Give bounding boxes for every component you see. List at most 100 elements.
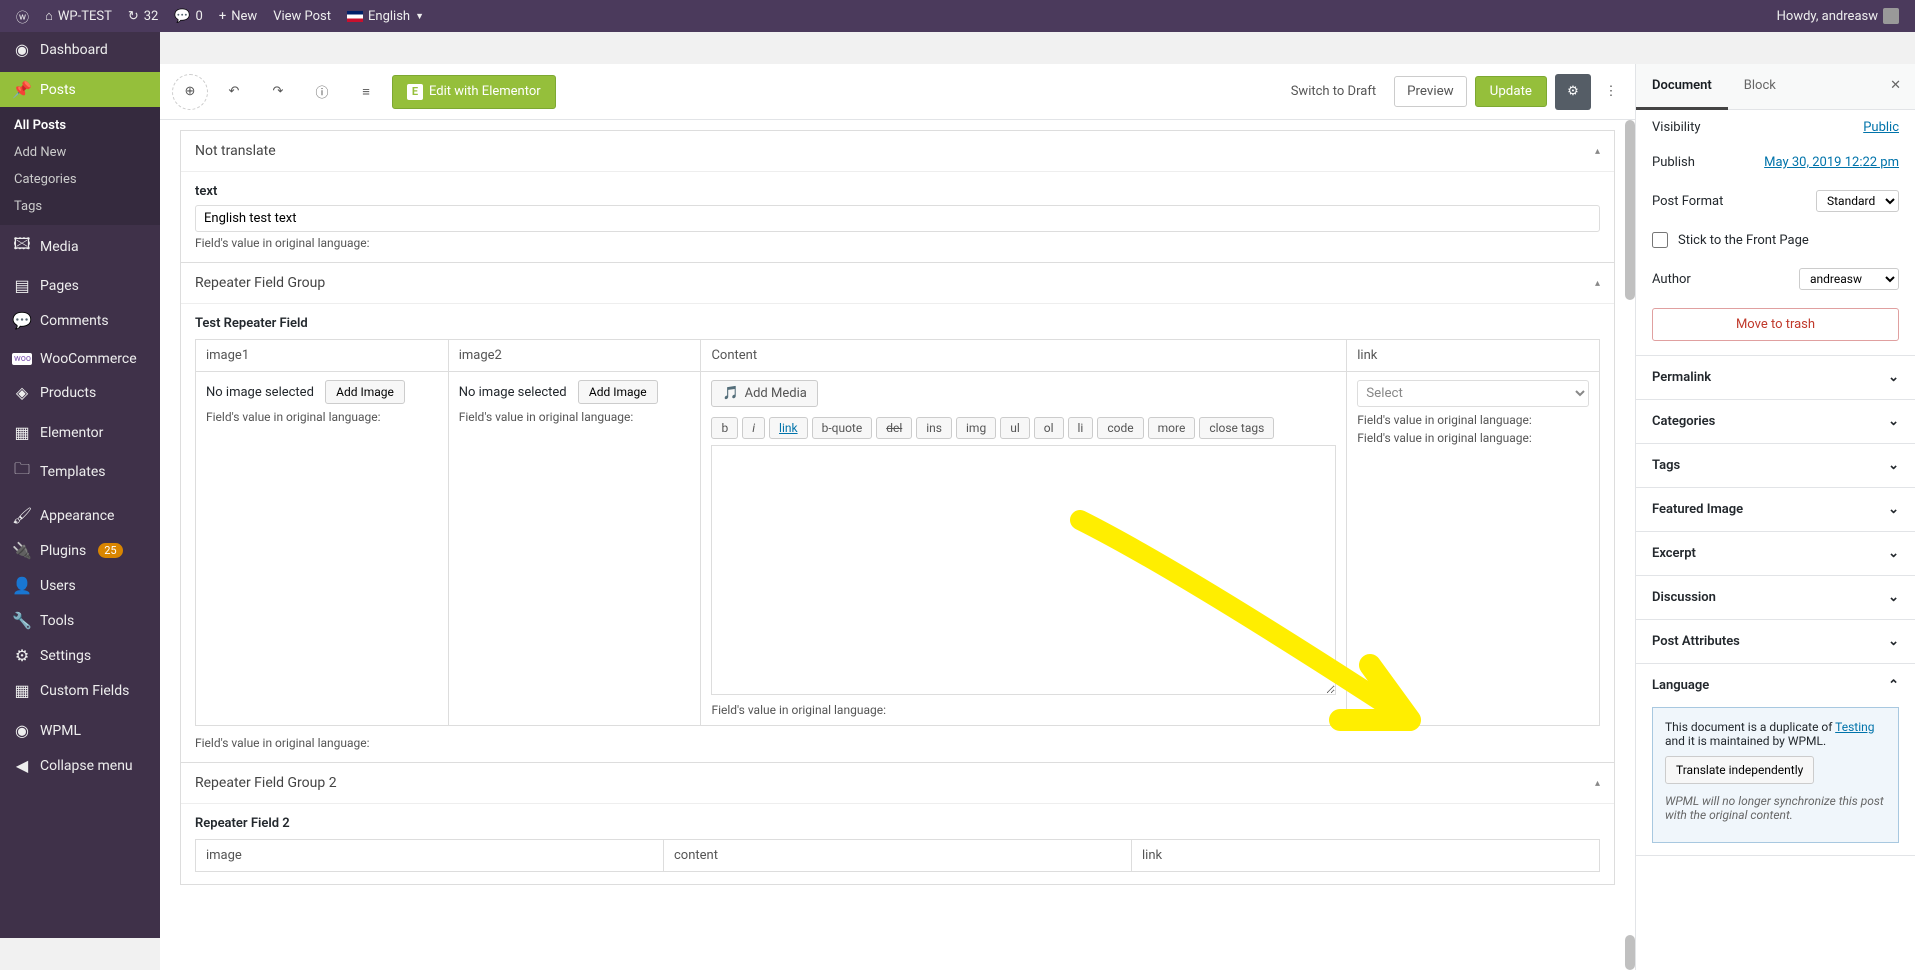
info-button[interactable]: ⓘ — [304, 74, 340, 110]
add-image-button-2[interactable]: Add Image — [578, 380, 658, 404]
sidebar-collapse[interactable]: ◀Collapse menu — [0, 748, 160, 783]
repeater-field-label: Test Repeater Field — [195, 316, 1600, 331]
testing-link[interactable]: Testing — [1835, 720, 1874, 734]
add-media-button[interactable]: 🎵Add Media — [711, 380, 817, 407]
editor-body[interactable]: Not translate▴ text Field's value in ori… — [160, 120, 1635, 970]
qtag-img[interactable]: img — [956, 417, 996, 439]
sidebar-sub-categories[interactable]: Categories — [0, 166, 160, 193]
sidebar-item-users[interactable]: 👤Users — [0, 568, 160, 603]
undo-button[interactable]: ↶ — [216, 74, 252, 110]
qtag-close-tags[interactable]: close tags — [1199, 417, 1274, 439]
sidebar-item-settings[interactable]: ⚙Settings — [0, 638, 160, 673]
sidebar-item-appearance[interactable]: 🖌Appearance — [0, 498, 160, 533]
qtag-link[interactable]: link — [769, 417, 808, 439]
acc-language[interactable]: Language⌃ — [1636, 664, 1915, 707]
redo-button[interactable]: ↷ — [260, 74, 296, 110]
more-menu-button[interactable]: ⋮ — [1599, 74, 1623, 110]
post-format-select[interactable]: Standard — [1816, 190, 1899, 212]
acc-tags[interactable]: Tags⌄ — [1636, 444, 1915, 487]
sidebar-item-media[interactable]: 🖾Media — [0, 225, 160, 268]
sidebar-item-woocommerce[interactable]: wooWooCommerce — [0, 343, 160, 375]
settings-icon: ⚙ — [12, 646, 32, 665]
panel-repeater-group-header[interactable]: Repeater Field Group▴ — [181, 263, 1614, 303]
author-label: Author — [1652, 272, 1691, 287]
comment-icon: 💬 — [12, 311, 32, 330]
sidebar-item-custom-fields[interactable]: ▦Custom Fields — [0, 673, 160, 708]
edit-elementor-button[interactable]: EEdit with Elementor — [392, 75, 556, 109]
tab-block[interactable]: Block — [1728, 64, 1792, 109]
link-select[interactable]: Select — [1357, 380, 1589, 407]
preview-button[interactable]: Preview — [1394, 76, 1467, 107]
col-link: link — [1347, 340, 1600, 372]
update-button[interactable]: Update — [1475, 76, 1547, 107]
acc-discussion[interactable]: Discussion⌄ — [1636, 576, 1915, 619]
stick-checkbox[interactable] — [1652, 232, 1668, 248]
elementor-logo-icon: E — [407, 84, 423, 100]
qtag-i[interactable]: i — [742, 417, 765, 439]
comments-link[interactable]: 💬0 — [166, 0, 211, 32]
sidebar-item-posts[interactable]: 📌Posts — [0, 72, 160, 107]
sidebar-sub-all-posts[interactable]: All Posts — [0, 112, 160, 139]
tab-document[interactable]: Document — [1636, 64, 1728, 110]
settings-toggle-button[interactable]: ⚙ — [1555, 74, 1591, 110]
page-icon: ▤ — [12, 276, 32, 295]
sidebar-item-templates[interactable]: 🗀Templates — [0, 450, 160, 493]
qtag-li[interactable]: li — [1068, 417, 1094, 439]
qtag-b[interactable]: b — [711, 417, 738, 439]
qtag-del[interactable]: del — [876, 417, 912, 439]
updates-link[interactable]: ↻32 — [120, 0, 167, 32]
qtag-ins[interactable]: ins — [916, 417, 952, 439]
scrollbar-thumb-bottom[interactable] — [1625, 935, 1635, 970]
panel-not-translate-header[interactable]: Not translate▴ — [181, 131, 1614, 171]
author-select[interactable]: andreasw — [1799, 268, 1899, 290]
add-block-button[interactable]: ⊕ — [172, 74, 208, 110]
scrollbar-thumb[interactable] — [1625, 120, 1635, 300]
acc-featured-image[interactable]: Featured Image⌄ — [1636, 488, 1915, 531]
chevron-down-icon: ⌄ — [1888, 634, 1899, 649]
chevron-down-icon: ⌄ — [1888, 546, 1899, 561]
publish-value[interactable]: May 30, 2019 12:22 pm — [1764, 155, 1899, 170]
account-link[interactable]: Howdy, andreasw — [1769, 0, 1907, 32]
move-to-trash-button[interactable]: Move to trash — [1652, 308, 1899, 341]
sidebar-item-plugins[interactable]: 🔌Plugins25 — [0, 533, 160, 568]
sidebar-item-dashboard[interactable]: ◉Dashboard — [0, 32, 160, 67]
view-post-link[interactable]: View Post — [265, 0, 339, 32]
sidebar-item-elementor[interactable]: ▦Elementor — [0, 415, 160, 450]
qtag-ol[interactable]: ol — [1034, 417, 1064, 439]
col-image1: image1 — [196, 340, 449, 372]
acc-post-attributes[interactable]: Post Attributes⌄ — [1636, 620, 1915, 663]
qtag-ul[interactable]: ul — [1000, 417, 1030, 439]
acc-categories[interactable]: Categories⌄ — [1636, 400, 1915, 443]
new-link[interactable]: +New — [211, 0, 265, 32]
qtag-code[interactable]: code — [1097, 417, 1143, 439]
language-switcher[interactable]: English▼ — [339, 0, 432, 32]
site-name-link[interactable]: ⌂WP-TEST — [37, 0, 120, 32]
plugins-badge: 25 — [98, 543, 122, 558]
wp-logo[interactable]: ⓦ — [8, 0, 37, 32]
outline-button[interactable]: ≡ — [348, 74, 384, 110]
acc-excerpt[interactable]: Excerpt⌄ — [1636, 532, 1915, 575]
add-image-button-1[interactable]: Add Image — [325, 380, 405, 404]
admin-bar: ⓦ ⌂WP-TEST ↻32 💬0 +New View Post English… — [0, 0, 1915, 32]
collapse-icon: ◀ — [12, 756, 32, 775]
sidebar-item-comments[interactable]: 💬Comments — [0, 303, 160, 338]
switch-draft-button[interactable]: Switch to Draft — [1281, 76, 1386, 107]
close-settings-button[interactable]: ✕ — [1876, 64, 1915, 109]
chevron-down-icon: ⌄ — [1888, 502, 1899, 517]
panel-repeater-group2-header[interactable]: Repeater Field Group 2▴ — [181, 763, 1614, 803]
qtag-bquote[interactable]: b-quote — [812, 417, 873, 439]
text-field-input[interactable] — [195, 205, 1600, 232]
sidebar-item-tools[interactable]: 🔧Tools — [0, 603, 160, 638]
elementor-icon: ▦ — [12, 423, 32, 442]
sidebar-item-products[interactable]: ◈Products — [0, 375, 160, 410]
translate-independently-button[interactable]: Translate independently — [1665, 756, 1814, 784]
sidebar-item-pages[interactable]: ▤Pages — [0, 268, 160, 303]
templates-icon: 🗀 — [12, 458, 32, 485]
sidebar-sub-tags[interactable]: Tags — [0, 193, 160, 220]
qtag-more[interactable]: more — [1148, 417, 1196, 439]
sidebar-sub-add-new[interactable]: Add New — [0, 139, 160, 166]
sidebar-item-wpml[interactable]: ◉WPML — [0, 713, 160, 748]
content-textarea[interactable] — [711, 445, 1336, 695]
visibility-value[interactable]: Public — [1863, 120, 1899, 135]
acc-permalink[interactable]: Permalink⌄ — [1636, 356, 1915, 399]
